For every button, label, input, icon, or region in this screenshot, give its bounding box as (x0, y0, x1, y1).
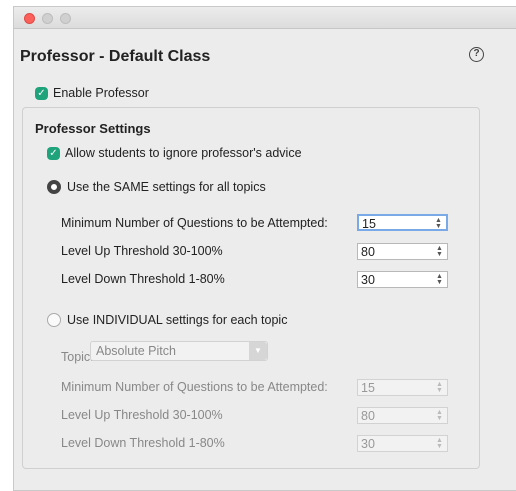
allow-ignore-label: Allow students to ignore professor's adv… (65, 146, 302, 160)
stepper-arrows-icon[interactable]: ▲ ▼ (435, 408, 444, 423)
same-level-up-label: Level Up Threshold 30-100% (61, 244, 223, 258)
individual-min-questions-stepper[interactable]: 15 ▲ ▼ (357, 379, 448, 396)
zoom-window-button[interactable] (60, 13, 71, 24)
same-min-questions-label: Minimum Number of Questions to be Attemp… (61, 216, 328, 230)
stepper-arrows-icon[interactable]: ▲ ▼ (435, 436, 444, 451)
stepper-arrows-icon[interactable]: ▲ ▼ (435, 380, 444, 395)
enable-professor-label: Enable Professor (53, 86, 149, 100)
individual-settings-label: Use INDIVIDUAL settings for each topic (67, 313, 288, 327)
same-min-questions-value: 15 (362, 217, 376, 231)
page-title: Professor - Default Class (20, 48, 211, 65)
topic-select-value: Absolute Pitch (96, 344, 176, 358)
individual-level-up-stepper[interactable]: 80 ▲ ▼ (357, 407, 448, 424)
individual-level-down-label: Level Down Threshold 1-80% (61, 436, 225, 450)
individual-level-down-value: 30 (361, 437, 375, 451)
topic-select[interactable]: Absolute Pitch ▼ (90, 341, 268, 361)
individual-settings-radio[interactable] (47, 313, 61, 327)
allow-ignore-checkbox[interactable]: ✓ (47, 147, 60, 160)
stepper-arrows-icon[interactable]: ▲ ▼ (434, 216, 443, 230)
same-level-up-value: 80 (361, 245, 375, 259)
topic-label: Topic: (61, 350, 94, 364)
same-level-up-stepper[interactable]: 80 ▲ ▼ (357, 243, 448, 260)
chevron-down-icon[interactable]: ▼ (249, 342, 267, 360)
same-settings-radio[interactable] (47, 180, 61, 194)
same-level-down-label: Level Down Threshold 1-80% (61, 272, 225, 286)
individual-level-up-label: Level Up Threshold 30-100% (61, 408, 223, 422)
professor-settings-title: Professor Settings (35, 121, 151, 136)
same-level-down-value: 30 (361, 273, 375, 287)
enable-professor-checkbox[interactable]: ✓ (35, 87, 48, 100)
stepper-arrows-icon[interactable]: ▲ ▼ (435, 244, 444, 259)
title-bar (14, 7, 516, 29)
help-icon[interactable]: ? (469, 47, 484, 62)
individual-level-up-value: 80 (361, 409, 375, 423)
individual-level-down-stepper[interactable]: 30 ▲ ▼ (357, 435, 448, 452)
same-min-questions-stepper[interactable]: 15 ▲ ▼ (357, 214, 448, 231)
same-level-down-stepper[interactable]: 30 ▲ ▼ (357, 271, 448, 288)
individual-min-questions-label: Minimum Number of Questions to be Attemp… (61, 380, 328, 394)
individual-min-questions-value: 15 (361, 381, 375, 395)
minimize-window-button[interactable] (42, 13, 53, 24)
stepper-arrows-icon[interactable]: ▲ ▼ (435, 272, 444, 287)
close-window-button[interactable] (24, 13, 35, 24)
same-settings-label: Use the SAME settings for all topics (67, 180, 266, 194)
